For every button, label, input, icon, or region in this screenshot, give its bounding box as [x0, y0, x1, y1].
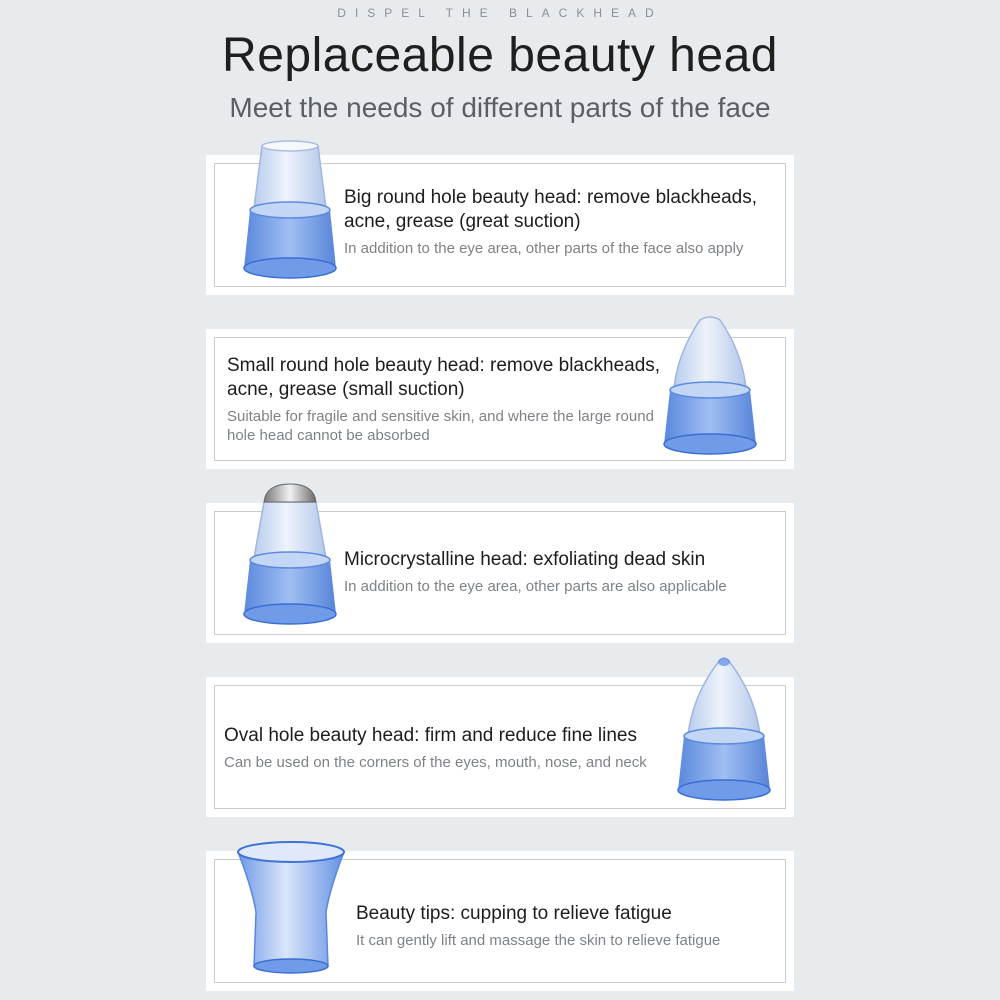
- microcrystalline-head-icon: [243, 483, 337, 625]
- small-round-hole-head-icon: [663, 316, 757, 455]
- feature-heading: Beauty tips: cupping to relieve fatigue: [356, 903, 672, 924]
- cupping-head-icon: [236, 841, 346, 974]
- feature-heading: Microcrystalline head: exfoliating dead …: [344, 549, 706, 570]
- feature-description: In addition to the eye area, other parts…: [344, 240, 744, 257]
- tagline: DISPEL THE BLACKHEAD: [337, 6, 663, 20]
- big-round-hole-head-icon: [243, 140, 337, 279]
- feature-description: Can be used on the corners of the eyes, …: [224, 754, 647, 771]
- page-subtitle: Meet the needs of different parts of the…: [229, 92, 771, 123]
- feature-heading: Big round hole beauty head: remove black…: [344, 187, 757, 232]
- page-title: Replaceable beauty head: [222, 29, 778, 82]
- feature-description: It can gently lift and massage the skin …: [356, 932, 721, 949]
- oval-hole-head-icon: [677, 657, 771, 801]
- feature-heading: Small round hole beauty head: remove bla…: [227, 355, 661, 400]
- feature-description: In addition to the eye area, other parts…: [344, 578, 727, 595]
- feature-heading: Oval hole beauty head: firm and reduce f…: [224, 725, 637, 746]
- feature-description: Suitable for fragile and sensitive skin,…: [227, 408, 654, 444]
